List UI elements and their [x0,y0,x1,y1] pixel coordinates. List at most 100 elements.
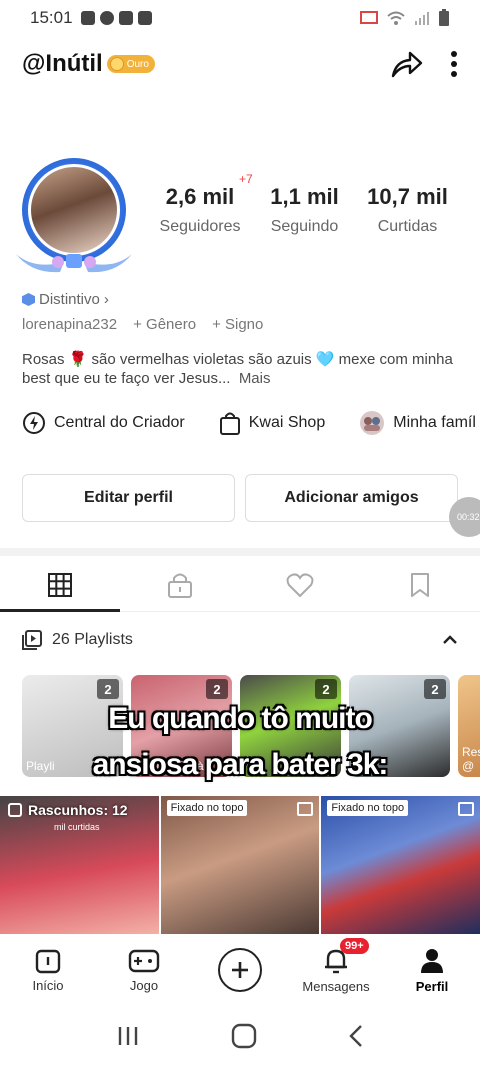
drafts-label: Rascunhos: 12 [8,802,128,818]
playlists-header[interactable]: 26 Playlists [22,630,458,650]
home-button-icon[interactable] [231,1023,257,1049]
followers-count: 2,6 mil [165,184,235,209]
lightning-icon [23,412,45,434]
distintivo-link[interactable]: Distintivo › [22,291,109,308]
more-options-button[interactable] [450,50,458,78]
profile-tabs [0,558,480,612]
timer-label: 00:32 [457,512,480,522]
coin-icon [109,57,124,71]
cast-icon [360,11,378,24]
profile-header: @Inútil Ouro [0,40,480,88]
tab-liked[interactable] [240,558,360,611]
tiktok-icon [80,11,95,25]
following-label: Seguindo [270,218,339,235]
nav-home[interactable]: Início [0,934,96,1006]
family-avatar-icon [360,411,385,435]
nav-home-label: Início [32,977,64,993]
profile-meta: lorenapina232 + Gênero + Signo [22,316,263,333]
playlist-icon [22,630,42,650]
following-count: 1,1 mil [270,184,339,209]
recent-apps-icon[interactable] [116,1025,140,1047]
bio-more-link[interactable]: Mais [239,370,271,387]
bio-text: Rosas 🌹 são vermelhas violetas são azuis… [22,351,453,387]
bookmark-icon [411,572,429,597]
pinned-tag: Fixado no topo [166,800,248,816]
notification-icons [80,11,152,25]
stat-following[interactable]: 1,1 mil Seguindo [257,184,352,236]
badge-hex-icon [22,293,35,306]
kwai-shop-label: Kwai Shop [248,414,326,431]
gallery-icon [137,11,152,25]
profile-action-buttons: Editar perfil Adicionar amigos [22,474,458,522]
messages-badge: 99+ [340,938,369,954]
likes-count: 10,7 mil [367,184,448,209]
pinned-tag: Fixado no topo [327,800,409,816]
profile-username: @Inútil [22,50,103,77]
plus-icon [218,948,262,992]
tab-posts[interactable] [0,558,120,612]
back-icon[interactable] [348,1024,364,1048]
youtube-icon [118,11,133,25]
stat-followers[interactable]: 2,6 mil Seguidores [150,184,250,236]
section-divider [0,548,480,556]
share-button[interactable] [390,49,424,79]
system-status-icons [360,9,450,27]
creator-center-shortcut[interactable]: Central do Criador [22,410,185,436]
chevron-up-icon[interactable] [442,635,458,645]
profile-bio: Rosas 🌹 são vermelhas violetas são azuis… [22,350,462,388]
drafts-subtext: mil curtidas [54,822,100,832]
likes-label: Curtidas [377,218,438,235]
nav-messages[interactable]: 99+ Mensagens [288,934,384,1006]
person-icon [421,948,443,973]
profile-handle: lorenapina232 [22,316,118,333]
family-shortcut[interactable]: Minha famíl [359,410,476,436]
add-sign-button[interactable]: + Signo [212,316,263,333]
drafts-text: Rascunhos: 12 [28,802,128,818]
pinned-video-cell[interactable]: Fixado no topo [160,796,320,934]
chevron-right-icon: › [103,291,109,308]
drafts-icon [8,803,22,817]
drafts-cell[interactable]: Rascunhos: 12 mil curtidas [0,796,159,934]
pinterest-icon [99,11,114,25]
system-navigation-bar [0,1006,480,1066]
video-caption-overlay: Eu quando tô muito ansiosa para bater 3k… [0,696,480,788]
video-grid: Rascunhos: 12 mil curtidas Fixado no top… [0,796,480,934]
signal-icon [415,12,429,25]
heart-icon [286,572,314,597]
more-vertical-icon [451,51,457,77]
pinned-video-cell[interactable]: Fixado no topo [321,796,480,934]
image-icon [297,802,314,816]
nav-game[interactable]: Jogo [96,934,192,1006]
gold-badge[interactable]: Ouro [106,55,155,73]
nav-profile[interactable]: Perfil [384,934,480,1006]
gold-badge-label: Ouro [126,58,149,70]
edit-profile-button[interactable]: Editar perfil [22,474,235,522]
add-gender-button[interactable]: + Gênero [133,316,196,333]
floating-timer[interactable]: 00:32 [449,497,480,537]
wifi-icon [387,11,405,25]
lock-icon [168,573,192,598]
home-icon [35,949,61,973]
status-time: 15:01 [30,8,73,27]
gamepad-icon [128,949,160,972]
nav-messages-label: Mensagens [302,978,370,994]
profile-stats: 2,6 mil Seguidores 1,1 mil Seguindo 10,7… [150,184,470,244]
family-label: Minha famíl [393,414,476,431]
add-friends-button[interactable]: Adicionar amigos [245,474,458,522]
kwai-shop-shortcut[interactable]: Kwai Shop [219,410,326,436]
stat-likes[interactable]: 10,7 mil Curtidas [360,184,455,236]
status-bar: 15:01 [0,0,480,36]
tab-saved[interactable] [360,558,480,611]
distintivo-label: Distintivo [39,291,100,308]
caption-line-2: ansiosa para bater 3k: [92,748,389,781]
shortcut-row: Central do Criador Kwai Shop Minha famíl [22,410,480,436]
avatar[interactable] [14,152,134,274]
caption-line-1: Eu quando tô muito [108,702,373,735]
avatar-wing-decoration [16,254,132,273]
grid-icon [48,572,72,597]
shopping-bag-icon [219,412,240,435]
playlists-title: 26 Playlists [52,631,133,648]
tab-private[interactable] [120,558,240,611]
nav-create[interactable] [192,934,288,1006]
creator-center-label: Central do Criador [54,414,185,431]
